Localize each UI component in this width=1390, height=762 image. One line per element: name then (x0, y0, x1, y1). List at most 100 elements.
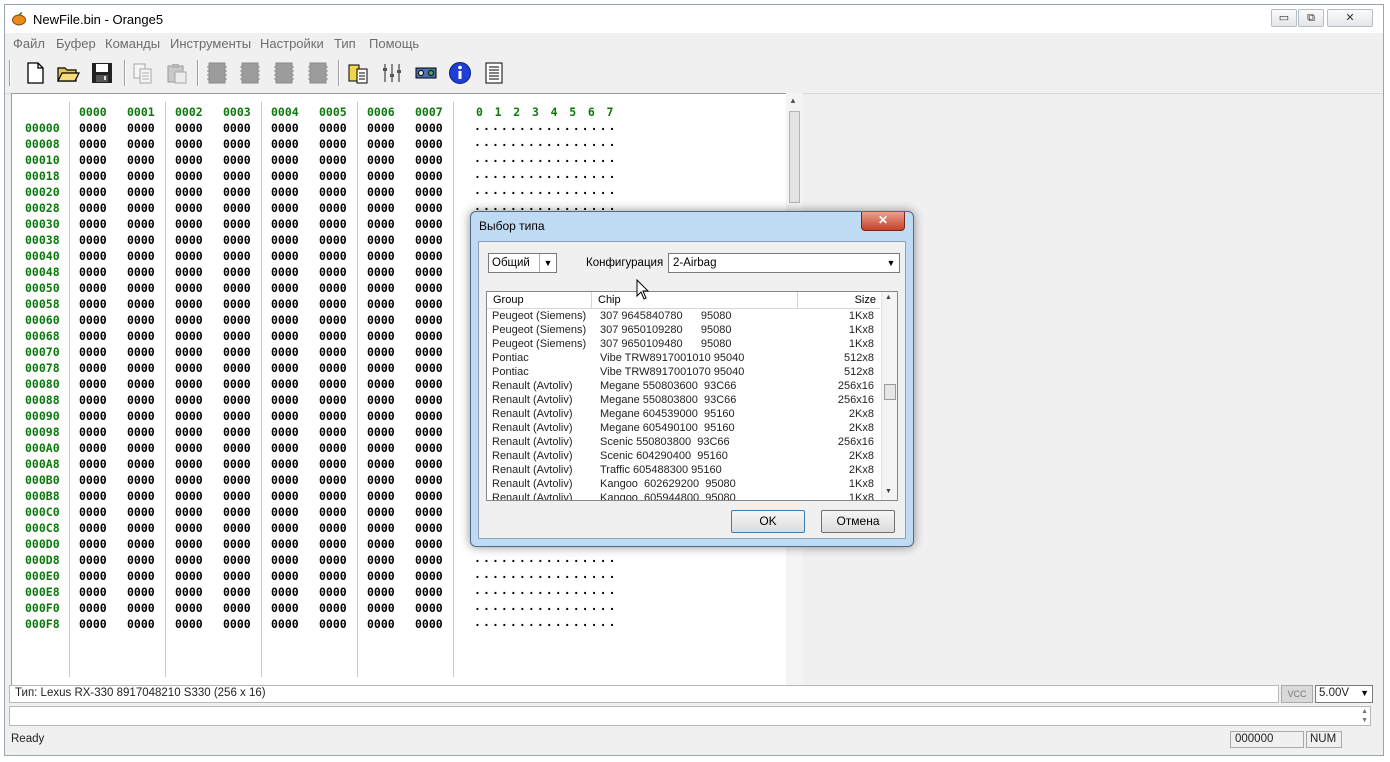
hex-cell: 0000 (223, 473, 251, 487)
chip-verify-icon[interactable] (272, 61, 296, 85)
hex-row-address: 000B0 (25, 473, 60, 487)
ok-button[interactable]: OK (731, 510, 805, 533)
save-icon[interactable] (90, 61, 114, 85)
config-select[interactable]: 2-Airbag ▼ (668, 253, 900, 273)
hex-cell: 0000 (223, 425, 251, 439)
menu-help[interactable]: Помощь (369, 36, 419, 51)
hex-cell: 0000 (175, 441, 203, 455)
open-folder-icon[interactable] (56, 61, 80, 85)
list-item-size: 1Kx8 (848, 478, 874, 490)
list-item[interactable]: Renault (Avtoliv) Megane 605490100 95160 2… (487, 421, 880, 435)
hex-row-address: 000B8 (25, 489, 60, 503)
list-item-size: 256x16 (837, 436, 874, 448)
menu-settings[interactable]: Настройки (260, 36, 324, 51)
hex-cell: 0000 (127, 377, 155, 391)
minimize-button[interactable]: ▭ (1271, 9, 1297, 27)
hex-cell: 0000 (415, 569, 443, 583)
voltage-select[interactable]: 5.00V ▼ (1315, 685, 1373, 703)
list-item[interactable]: Renault (Avtoliv) Scenic 550803800 93C66 2… (487, 435, 880, 449)
hex-cell: 0000 (367, 137, 395, 151)
hex-cell: 0000 (127, 521, 155, 535)
list-item[interactable]: Pontiac Vibe TRW8917001010 95040 512x8 (487, 351, 880, 365)
menu-commands[interactable]: Команды (105, 36, 160, 51)
hex-cell: 0000 (271, 489, 299, 503)
list-item-group: Renault (Avtoliv) (492, 450, 573, 462)
menu-file[interactable]: Файл (13, 36, 45, 51)
hex-cell: 0000 (415, 377, 443, 391)
hex-cell: 0000 (367, 265, 395, 279)
list-item[interactable]: Renault (Avtoliv) Megane 550803600 93C66 2… (487, 379, 880, 393)
vcc-button[interactable]: VCC (1281, 685, 1313, 703)
list-item[interactable]: Renault (Avtoliv) Scenic 604290400 95160 2… (487, 449, 880, 463)
chip-write-icon[interactable] (238, 61, 262, 85)
hex-row-address: 000D8 (25, 553, 60, 567)
scroll-thumb[interactable] (884, 384, 896, 400)
list-item-size: 1Kx8 (848, 324, 874, 336)
hex-cell: 0000 (175, 169, 203, 183)
chip-list[interactable]: Group Chip Size Peugeot (Siemens) 307 964… (486, 291, 898, 501)
chip-erase-icon[interactable] (306, 61, 330, 85)
hex-cell: 0000 (415, 537, 443, 551)
menu-type[interactable]: Тип (334, 36, 356, 51)
list-item[interactable]: Peugeot (Siemens) 307 9645840780 95080 1Kx… (487, 309, 880, 323)
log-scroll-arrows-icon[interactable]: ▲ ▼ (1361, 707, 1368, 725)
list-item[interactable]: Renault (Avtoliv) Megane 550803800 93C66 2… (487, 393, 880, 407)
column-separator (453, 102, 454, 677)
type-select-icon[interactable] (346, 61, 370, 85)
hex-cell: 0000 (127, 169, 155, 183)
hex-cell: 0000 (319, 505, 347, 519)
list-scrollbar[interactable]: ▲ ▼ (881, 292, 897, 500)
close-button[interactable]: ✕ (1327, 9, 1373, 27)
list-item-chip: Scenic 604290400 95160 (600, 450, 728, 462)
list-item[interactable]: Pontiac Vibe TRW8917001070 95040 512x8 (487, 365, 880, 379)
column-separator (69, 102, 70, 677)
list-item[interactable]: Renault (Avtoliv) Traffic 605488300 95160… (487, 463, 880, 477)
hex-row-address: 000F0 (25, 601, 60, 615)
scroll-thumb[interactable] (789, 111, 800, 203)
list-item[interactable]: Peugeot (Siemens) 307 9650109280 95080 1Kx… (487, 323, 880, 337)
column-header-group[interactable]: Group (493, 294, 524, 306)
hex-cell: 0000 (127, 329, 155, 343)
column-header-chip[interactable]: Chip (598, 294, 621, 306)
column-header-size[interactable]: Size (855, 294, 876, 306)
scroll-up-arrow-icon[interactable]: ▲ (885, 294, 892, 301)
restore-button[interactable]: ⧉ (1298, 9, 1324, 27)
list-item[interactable]: Renault (Avtoliv) Kangoo 605944800 95080 1… (487, 491, 880, 501)
list-item-chip: Vibe TRW8917001010 95040 (600, 352, 745, 364)
menu-buffer[interactable]: Буфер (56, 36, 96, 51)
hex-cell: 0000 (271, 185, 299, 199)
hex-cell: 0000 (223, 329, 251, 343)
hex-cell: 0000 (367, 521, 395, 535)
paste-icon[interactable] (165, 61, 189, 85)
hex-cell: 0000 (175, 233, 203, 247)
dialog-close-button[interactable]: ✕ (861, 212, 905, 231)
list-item[interactable]: Renault (Avtoliv) Megane 604539000 95160 2… (487, 407, 880, 421)
log-field[interactable]: ▲ ▼ (9, 706, 1371, 726)
device-icon[interactable] (414, 61, 438, 85)
chip-read-icon[interactable] (205, 61, 229, 85)
hex-cell: 0000 (127, 617, 155, 631)
scroll-down-arrow-icon[interactable]: ▼ (885, 488, 892, 495)
info-icon[interactable] (448, 61, 472, 85)
hex-cell: 0000 (367, 601, 395, 615)
menu-tools[interactable]: Инструменты (170, 36, 251, 51)
list-item-size: 1Kx8 (848, 492, 874, 501)
hex-cell: 0000 (271, 473, 299, 487)
hex-cell: 0000 (79, 329, 107, 343)
list-item[interactable]: Peugeot (Siemens) 307 9650109480 95080 1Kx… (487, 337, 880, 351)
settings-sliders-icon[interactable] (380, 61, 404, 85)
list-item[interactable]: Renault (Avtoliv) Kangoo 602629200 95080 1… (487, 477, 880, 491)
category-select[interactable]: Общий ▼ (488, 253, 557, 273)
hex-cell: 0000 (367, 233, 395, 247)
cancel-button[interactable]: Отмена (821, 510, 895, 533)
scroll-up-arrow-icon[interactable]: ▲ (789, 96, 797, 105)
new-file-icon[interactable] (23, 61, 47, 85)
hex-cell: 0000 (223, 201, 251, 215)
copy-icon[interactable] (131, 61, 155, 85)
notepad-icon[interactable] (482, 61, 506, 85)
hex-cell: 0000 (175, 185, 203, 199)
hex-cell: 0000 (319, 457, 347, 471)
hex-cell: 0000 (415, 521, 443, 535)
hex-cell: 0000 (79, 313, 107, 327)
hex-cell: 0000 (271, 457, 299, 471)
